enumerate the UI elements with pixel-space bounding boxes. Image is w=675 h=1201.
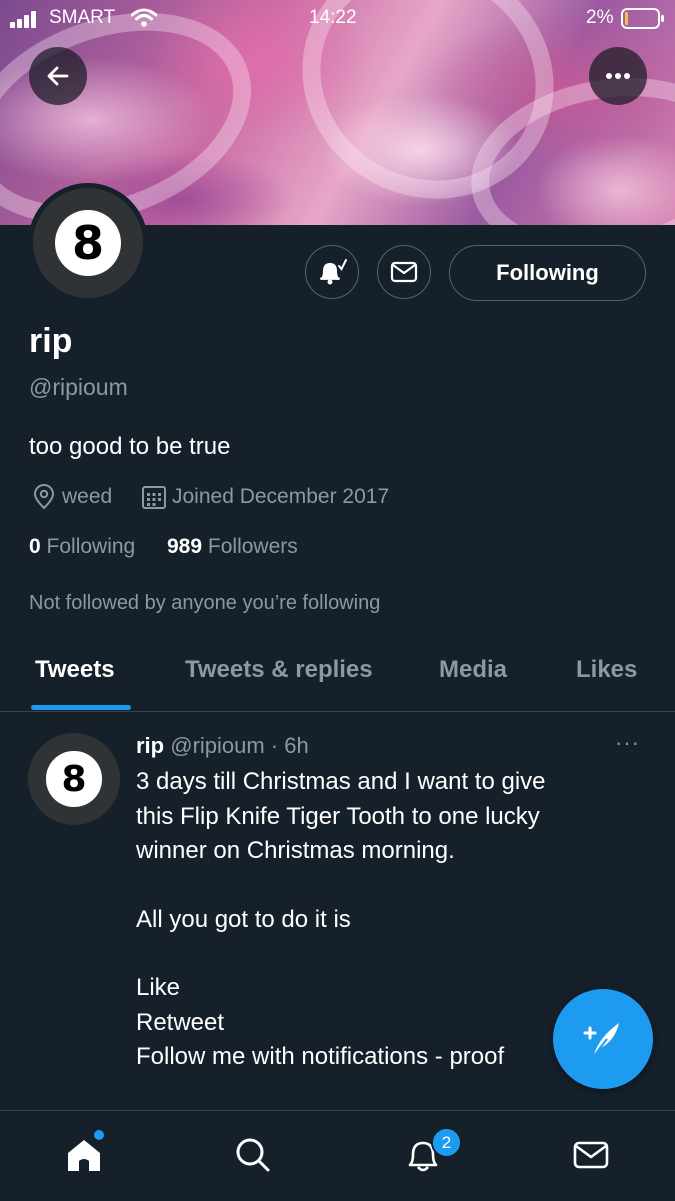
mail-icon	[390, 261, 418, 283]
following-count-link[interactable]: 0 Following	[29, 535, 135, 559]
tweet-header: rip @ripioum · 6h	[136, 733, 309, 759]
bio: too good to be true	[29, 433, 231, 460]
eight-ball-icon: 8	[46, 751, 102, 807]
tweet-line: 3 days till Christmas and I want to give	[136, 768, 546, 795]
followers-count-link[interactable]: 989 Followers	[167, 535, 298, 559]
compose-feather-icon	[583, 1023, 619, 1058]
tweet-separator: ·	[270, 733, 279, 758]
tab-tweets[interactable]: Tweets	[35, 656, 115, 684]
notifications-toggle-button[interactable]	[305, 245, 359, 299]
followers-label: Followers	[207, 535, 298, 558]
tweet-line: All you got to do it is	[136, 905, 351, 933]
joined-date: Joined December 2017	[141, 484, 389, 510]
location: weed	[32, 484, 112, 510]
following-button[interactable]: Following	[449, 245, 646, 301]
location-pin-icon	[33, 484, 55, 510]
more-dots-icon	[606, 73, 630, 79]
mail-icon	[573, 1141, 609, 1169]
home-icon	[68, 1140, 100, 1171]
signal-icon	[10, 10, 44, 28]
tab-likes[interactable]: Likes	[576, 656, 637, 684]
battery-icon	[621, 8, 665, 35]
message-button[interactable]	[377, 245, 431, 299]
tweet-author-avatar[interactable]: 8	[28, 733, 120, 825]
handle: @ripioum	[29, 374, 128, 400]
more-options-button[interactable]	[589, 47, 647, 105]
wifi-icon	[130, 8, 158, 33]
tweet-more-icon[interactable]: ···	[615, 730, 640, 756]
tweet-line: Like	[136, 974, 181, 1001]
bell-check-icon	[320, 259, 347, 285]
active-tab-indicator	[31, 705, 131, 710]
tweet-line: winner on Christmas morning.	[136, 837, 455, 864]
calendar-icon	[142, 486, 166, 509]
followers-count: 989	[167, 535, 203, 558]
not-followed-notice: Not followed by anyone you’re following	[29, 592, 381, 614]
tweet-line: this Flip Knife Tiger Tooth to one lucky	[136, 802, 540, 830]
tweet-line: Follow me with notifications - proof	[136, 1043, 505, 1070]
battery-percent: 2%	[586, 7, 614, 28]
joined-text: Joined December 2017	[172, 485, 390, 508]
carrier-label: SMART	[49, 7, 116, 28]
notifications-badge: 2	[431, 1127, 462, 1158]
search-icon	[236, 1138, 270, 1172]
nav-messages[interactable]	[569, 1133, 613, 1177]
compose-tweet-button[interactable]	[553, 989, 653, 1089]
tweet-text: 3 days till Christmas and I want to give…	[136, 765, 616, 1075]
tweet-author-handle[interactable]: @ripioum	[170, 733, 264, 758]
home-unread-dot	[94, 1130, 104, 1140]
tweet-line: Retweet	[136, 1008, 225, 1036]
back-button[interactable]	[29, 47, 87, 105]
nav-search[interactable]	[231, 1133, 275, 1177]
tab-media[interactable]: Media	[439, 656, 507, 684]
display-name: rip	[29, 322, 73, 360]
tabs-divider	[0, 711, 675, 712]
following-label: Following	[46, 535, 136, 558]
clock: 14:22	[309, 7, 357, 28]
eight-ball-icon: 8	[55, 210, 121, 276]
back-arrow-icon	[47, 66, 69, 86]
location-text: weed	[62, 485, 113, 508]
tab-tweets-replies[interactable]: Tweets & replies	[185, 656, 373, 684]
profile-avatar[interactable]: 8	[28, 183, 148, 303]
tweet-author-name[interactable]: rip	[136, 733, 164, 758]
following-count: 0	[29, 535, 41, 558]
tweet-time[interactable]: 6h	[284, 733, 308, 758]
